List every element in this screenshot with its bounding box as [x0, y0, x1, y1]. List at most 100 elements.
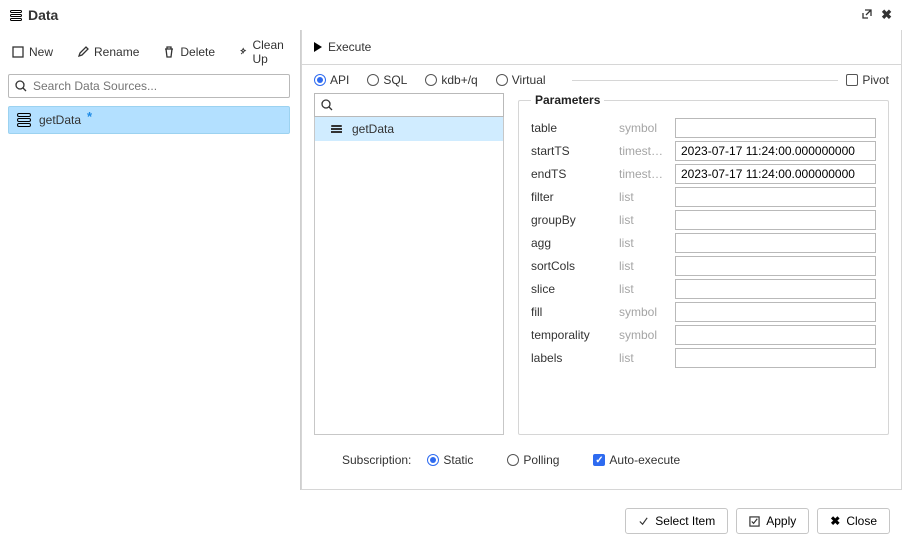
- param-name: temporality: [531, 328, 613, 342]
- param-input-sortCols[interactable]: [675, 256, 876, 276]
- dialog-title: Data: [28, 7, 58, 23]
- cleanup-button-label: Clean Up: [252, 38, 287, 66]
- param-input-table[interactable]: [675, 118, 876, 138]
- param-name: labels: [531, 351, 613, 365]
- left-toolbar: New Rename Delete Clean Up: [8, 38, 290, 74]
- mode-radio-virtual[interactable]: Virtual: [496, 73, 546, 87]
- delete-button[interactable]: Delete: [163, 45, 215, 59]
- param-type: timesta…: [619, 144, 669, 158]
- subscription-radio-label: Polling: [523, 453, 559, 467]
- param-input-labels[interactable]: [675, 348, 876, 368]
- param-name: filter: [531, 190, 613, 204]
- param-name: groupBy: [531, 213, 613, 227]
- left-pane: New Rename Delete Clean Up getData*: [0, 30, 300, 490]
- mode-radio-label: kdb+/q: [441, 73, 477, 87]
- param-input-agg[interactable]: [675, 233, 876, 253]
- cleanup-button[interactable]: Clean Up: [239, 38, 287, 66]
- param-row: agglist: [531, 233, 876, 253]
- datasource-search-input[interactable]: [31, 78, 283, 94]
- database-icon: [17, 113, 31, 127]
- datasource-item[interactable]: getData*: [8, 106, 290, 134]
- api-items: getData: [314, 117, 504, 435]
- subscription-row: Subscription: Static Polling ✓Auto-execu…: [302, 443, 901, 489]
- list-icon: [331, 125, 342, 133]
- database-icon: [10, 10, 22, 21]
- mode-radio-api[interactable]: API: [314, 73, 349, 87]
- apply-button-label: Apply: [766, 514, 796, 528]
- param-type: symbol: [619, 328, 669, 342]
- search-icon: [15, 80, 27, 92]
- param-name: fill: [531, 305, 613, 319]
- param-type: list: [619, 236, 669, 250]
- mode-radio-label: SQL: [383, 73, 407, 87]
- parameters-fieldset: Parameters tablesymbolstartTStimesta…end…: [518, 93, 889, 435]
- param-name: table: [531, 121, 613, 135]
- mode-radio-label: API: [330, 73, 349, 87]
- check-icon: [749, 516, 760, 527]
- api-item-label: getData: [352, 122, 394, 136]
- new-button-label: New: [29, 45, 53, 59]
- mode-radio-sql[interactable]: SQL: [367, 73, 407, 87]
- param-type: list: [619, 351, 669, 365]
- param-input-endTS[interactable]: [675, 164, 876, 184]
- param-name: slice: [531, 282, 613, 296]
- close-icon[interactable]: ✖: [881, 7, 892, 23]
- param-input-slice[interactable]: [675, 279, 876, 299]
- pivot-checkbox-label: Pivot: [862, 73, 889, 87]
- param-type: list: [619, 259, 669, 273]
- param-type: timesta…: [619, 167, 669, 181]
- search-icon: [321, 99, 333, 111]
- api-list: getData: [314, 93, 504, 435]
- dialog-footer: Select Item Apply ✖ Close: [625, 508, 890, 534]
- api-item[interactable]: getData: [315, 117, 503, 141]
- subscription-radio-static[interactable]: Static: [427, 453, 473, 467]
- select-item-button-label: Select Item: [655, 514, 715, 528]
- check-icon: [638, 516, 649, 527]
- param-name: agg: [531, 236, 613, 250]
- param-type: list: [619, 213, 669, 227]
- rename-button[interactable]: Rename: [77, 45, 139, 59]
- mode-radio-kdb[interactable]: kdb+/q: [425, 73, 477, 87]
- dialog-header: Data ✖: [0, 0, 902, 30]
- execute-bar: Execute: [302, 30, 901, 65]
- mode-row: API SQL kdb+/q Virtual Pivot: [302, 65, 901, 93]
- param-row: endTS timesta…: [531, 164, 876, 184]
- param-name: endTS: [531, 167, 613, 181]
- api-search[interactable]: [314, 93, 504, 117]
- param-row: filter list: [531, 187, 876, 207]
- popout-icon[interactable]: [861, 8, 873, 23]
- param-row: labels list: [531, 348, 876, 368]
- param-name: startTS: [531, 144, 613, 158]
- play-icon: [314, 42, 322, 52]
- param-row: groupBy list: [531, 210, 876, 230]
- param-input-fill[interactable]: [675, 302, 876, 322]
- param-row: fill symbol: [531, 302, 876, 322]
- autoexecute-checkbox-label: Auto-execute: [609, 453, 680, 467]
- pivot-checkbox[interactable]: Pivot: [846, 73, 889, 87]
- config-row: getData Parameters table symbol startTS tim…: [302, 93, 901, 443]
- param-row: table symbol: [531, 118, 876, 138]
- autoexecute-checkbox[interactable]: ✓Auto-execute: [593, 453, 680, 467]
- param-type: symbol: [619, 121, 669, 135]
- param-type: symbol: [619, 305, 669, 319]
- param-input-startTS[interactable]: [675, 141, 876, 161]
- select-item-button[interactable]: Select Item: [625, 508, 728, 534]
- param-type: list: [619, 190, 669, 204]
- param-row: temporality symbol: [531, 325, 876, 345]
- close-icon: ✖: [830, 514, 840, 528]
- new-button[interactable]: New: [12, 45, 53, 59]
- close-button[interactable]: ✖ Close: [817, 508, 890, 534]
- param-input-filter[interactable]: [675, 187, 876, 207]
- param-input-groupBy[interactable]: [675, 210, 876, 230]
- param-row: sortColslist: [531, 256, 876, 276]
- mode-radio-label: Virtual: [512, 73, 546, 87]
- rename-button-label: Rename: [94, 45, 139, 59]
- subscription-radio-polling[interactable]: Polling: [507, 453, 559, 467]
- apply-button[interactable]: Apply: [736, 508, 809, 534]
- parameters-legend: Parameters: [531, 93, 604, 107]
- execute-button[interactable]: Execute: [314, 40, 371, 54]
- param-type: list: [619, 282, 669, 296]
- param-input-temporality[interactable]: [675, 325, 876, 345]
- datasource-search[interactable]: [8, 74, 290, 98]
- param-row: slice list: [531, 279, 876, 299]
